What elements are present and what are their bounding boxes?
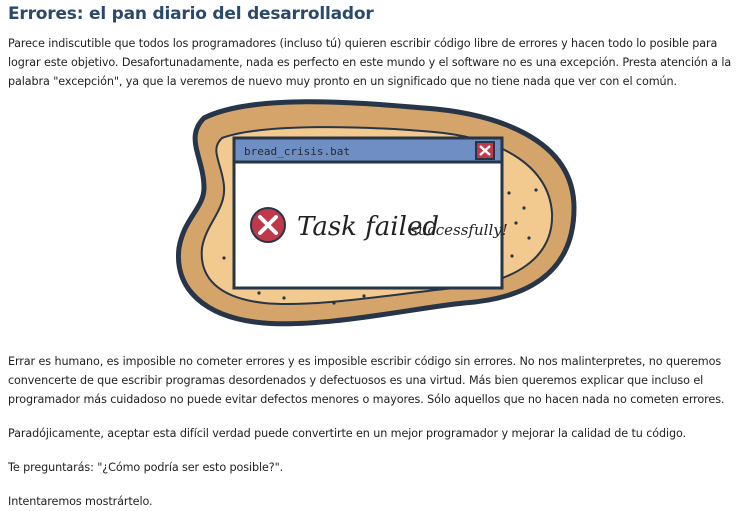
intro-paragraph: Parece indiscutible que todos los progra…: [8, 37, 732, 88]
paragraph-paradojicamente: Paradójicamente, aceptar esta difícil ve…: [8, 427, 687, 440]
close-icon: [475, 141, 495, 160]
paragraph-closing: Intentaremos mostrártelo.: [8, 495, 153, 508]
paragraph-question: Te preguntarás: "¿Cómo podría ser esto p…: [8, 461, 284, 474]
dialog-message-tail: successfully!: [410, 221, 508, 239]
bread-error-illustration: bread_crisis.bat Task failed successfull…: [175, 99, 577, 327]
error-icon: [250, 207, 286, 243]
page-title: Errores: el pan diario del desarrollador: [8, 4, 374, 24]
dialog-title: bread_crisis.bat: [244, 145, 350, 158]
error-dialog: bread_crisis.bat Task failed successfull…: [232, 136, 508, 290]
paragraph-errar: Errar es humano, es imposible no cometer…: [8, 355, 725, 406]
article-page: Errores: el pan diario del desarrollador…: [0, 0, 746, 511]
